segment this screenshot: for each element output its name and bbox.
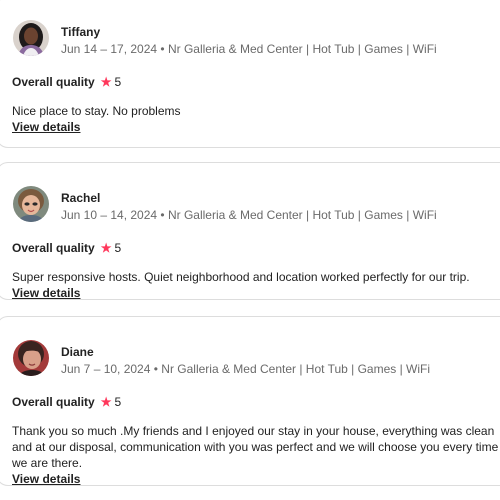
avatar (13, 186, 49, 222)
reviewer-name: Diane (61, 345, 94, 359)
star-icon: ★ (100, 75, 112, 89)
person-photo-icon (13, 186, 49, 222)
rating-score: 5 (114, 241, 122, 255)
review-body: Thank you so much .My friends and I enjo… (12, 423, 500, 487)
review-card: Diane Jun 7 – 10, 2024 • Nr Galleria & M… (0, 316, 500, 486)
review-text: Nice place to stay. No problems (12, 104, 181, 118)
star-icon: ★ (100, 395, 112, 409)
review-text: Thank you so much .My friends and I enjo… (12, 424, 499, 470)
avatar (13, 340, 49, 376)
review-body: Super responsive hosts. Quiet neighborho… (12, 269, 500, 301)
person-photo-icon (13, 340, 49, 376)
review-card: Rachel Jun 10 – 14, 2024 • Nr Galleria &… (0, 162, 500, 300)
rating-score: 5 (114, 395, 122, 409)
rating-row: Overall quality ★ 5 (12, 241, 121, 255)
person-photo-icon (13, 20, 49, 56)
stay-details: Jun 10 – 14, 2024 • Nr Galleria & Med Ce… (61, 208, 437, 222)
view-details-link[interactable]: View details (12, 471, 80, 487)
reviewer-name: Tiffany (61, 25, 101, 39)
rating-label: Overall quality (12, 75, 95, 89)
review-body: Nice place to stay. No problems View det… (12, 103, 500, 135)
stay-details: Jun 14 – 17, 2024 • Nr Galleria & Med Ce… (61, 42, 437, 56)
reviewer-name: Rachel (61, 191, 101, 205)
view-details-link[interactable]: View details (12, 285, 80, 301)
rating-label: Overall quality (12, 395, 95, 409)
rating-score: 5 (114, 75, 122, 89)
rating-label: Overall quality (12, 241, 95, 255)
stay-details: Jun 7 – 10, 2024 • Nr Galleria & Med Cen… (61, 362, 431, 376)
avatar (13, 20, 49, 56)
rating-row: Overall quality ★ 5 (12, 75, 121, 89)
review-card: Tiffany Jun 14 – 17, 2024 • Nr Galleria … (0, 0, 500, 148)
review-text: Super responsive hosts. Quiet neighborho… (12, 270, 470, 284)
rating-row: Overall quality ★ 5 (12, 395, 121, 409)
star-icon: ★ (100, 241, 112, 255)
view-details-link[interactable]: View details (12, 119, 80, 135)
